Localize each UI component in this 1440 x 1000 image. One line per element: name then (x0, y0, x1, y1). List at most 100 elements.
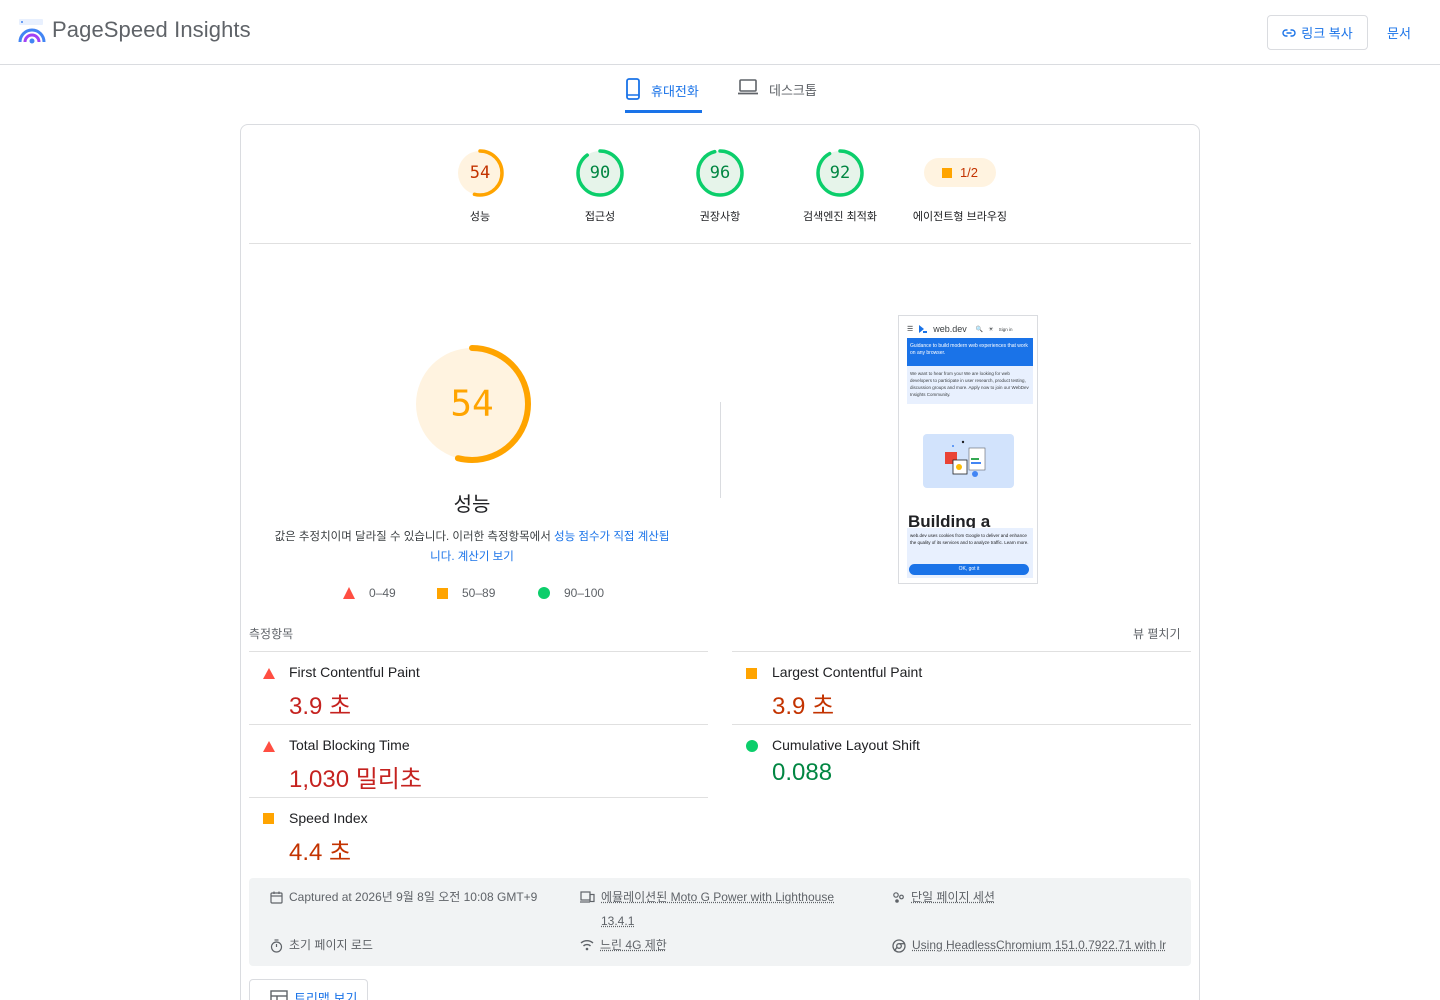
session-item[interactable]: 단일 페이지 세션 (892, 885, 995, 909)
metric-tbt[interactable]: Total Blocking Time 1,030 밀리초 (249, 725, 669, 797)
chrome-icon (892, 939, 906, 953)
gauge-best-practices[interactable]: 96 권장사항 (665, 148, 775, 224)
performance-description: 값은 추정치이며 달라질 수 있습니다. 이러한 측정항목에서 성능 점수가 직… (272, 527, 672, 567)
gauge-seo[interactable]: 92 검색엔진 최적화 (785, 148, 895, 224)
metric-value: 3.9 초 (772, 686, 834, 721)
metric-name: Largest Contentful Paint (772, 664, 922, 680)
top-bar: PageSpeed Insights 링크 복사 문서 (0, 0, 1440, 65)
session-icon (892, 891, 905, 904)
divider (249, 243, 1191, 244)
session-text: 단일 페이지 세션 (911, 885, 995, 909)
copy-link-button[interactable]: 링크 복사 (1267, 15, 1368, 50)
tab-desktop[interactable]: 데스크톱 (737, 78, 817, 113)
mobile-phone-icon (625, 78, 641, 100)
search-icon: 🔍 (976, 326, 983, 333)
throttle-item[interactable]: 느린 4G 제한 (580, 933, 667, 957)
legend-fail: 0–49 (343, 586, 396, 600)
score-calculation-link-end[interactable]: 니다. (430, 551, 454, 563)
gauge-performance[interactable]: 54 성능 (425, 148, 535, 224)
agentic-score: 1/2 (960, 165, 978, 180)
devices-icon (580, 891, 595, 903)
tab-mobile-label: 휴대전화 (651, 81, 699, 100)
green-circle-icon (538, 587, 550, 599)
gauge-score: 54 (450, 384, 493, 425)
legend-pass: 90–100 (538, 586, 604, 600)
captured-text: Captured at 2026년 9월 8일 오전 10:08 GMT+9 (289, 885, 537, 909)
legend-range: 90–100 (564, 586, 604, 600)
metric-value: 1,030 밀리초 (289, 759, 422, 794)
score-gauge: 96 (695, 148, 745, 198)
gauge-label: 검색엔진 최적화 (785, 208, 895, 224)
tab-mobile[interactable]: 휴대전화 (625, 78, 702, 113)
browser-item[interactable]: Using HeadlessChromium 151.0.7922.71 wit… (892, 933, 1166, 957)
score-gauge: 92 (815, 148, 865, 198)
red-triangle-icon (263, 668, 275, 679)
view-treemap-button[interactable]: 트리맵 보기 (249, 979, 368, 1000)
gauge-agentic-browsing[interactable]: 1/2 (924, 158, 996, 187)
agentic-label: 에이전트형 브라우징 (905, 208, 1015, 224)
metric-name: Cumulative Layout Shift (772, 737, 920, 753)
orange-square-icon (263, 813, 274, 824)
metric-name: Total Blocking Time (289, 737, 410, 753)
red-triangle-icon (263, 741, 275, 752)
browser-text: Using HeadlessChromium 151.0.7922.71 wit… (912, 933, 1166, 957)
calculator-link[interactable]: 계산기 보기 (458, 551, 514, 563)
metric-fcp[interactable]: First Contentful Paint 3.9 초 (249, 652, 669, 724)
orange-square-icon (437, 588, 448, 599)
menu-icon: ☰ (907, 325, 913, 333)
gauge-label: 접근성 (545, 208, 655, 224)
wifi-icon (580, 939, 594, 951)
gauge-accessibility[interactable]: 90 접근성 (545, 148, 655, 224)
metric-name: First Contentful Paint (289, 664, 420, 680)
description-text: 값은 추정치이며 달라질 수 있습니다. 이러한 측정항목에서 (275, 531, 554, 543)
score-gauge: 54 (455, 148, 505, 198)
gauge-label: 성능 (425, 208, 535, 224)
throttle-text: 느린 4G 제한 (600, 933, 667, 957)
device-item[interactable]: 에뮬레이션된 Moto G Power with Lighthouse 13.4.… (580, 885, 840, 933)
metric-value: 4.4 초 (289, 832, 351, 867)
device-text: 에뮬레이션된 Moto G Power with Lighthouse 13.4.… (601, 885, 834, 933)
metric-cls[interactable]: Cumulative Layout Shift 0.088 (732, 725, 1152, 797)
copy-link-label: 링크 복사 (1301, 23, 1352, 42)
performance-score-gauge: 54 (410, 342, 534, 466)
screenshot-ok-button: OK, got it (909, 564, 1029, 575)
app-title[interactable]: PageSpeed Insights (52, 17, 251, 43)
green-circle-icon (746, 740, 758, 752)
screenshot-illustration (923, 434, 1014, 488)
device-version: 13.4.1 (601, 914, 634, 928)
screenshot-banner: Guidance to build modern web experiences… (907, 338, 1033, 366)
metric-name: Speed Index (289, 810, 368, 826)
captured-item: Captured at 2026년 9월 8일 오전 10:08 GMT+9 (270, 885, 537, 909)
legend-range: 0–49 (369, 586, 396, 600)
orange-square-icon (746, 668, 757, 679)
metric-speed-index[interactable]: Speed Index 4.4 초 (249, 798, 669, 870)
score-calculation-link[interactable]: 성능 점수가 직접 계산됩 (554, 531, 669, 543)
legend-range: 50–89 (462, 586, 495, 600)
score-gauge: 90 (575, 148, 625, 198)
expand-view-button[interactable]: 뷰 펼치기 (1133, 625, 1181, 642)
gauge-score: 90 (590, 163, 610, 183)
timer-icon (270, 939, 283, 953)
legend-average: 50–89 (437, 586, 495, 600)
gauge-score: 92 (830, 163, 850, 183)
orange-square-icon (942, 168, 952, 178)
calendar-icon (270, 891, 283, 904)
load-text: 초기 페이지 로드 (289, 933, 373, 957)
vertical-divider (720, 402, 721, 498)
laptop-icon (737, 78, 759, 96)
pagespeed-logo-icon (18, 18, 46, 44)
screenshot-note: We want to hear from you! We are looking… (907, 366, 1033, 404)
gauge-label: 권장사항 (665, 208, 775, 224)
link-icon (1282, 26, 1296, 40)
metric-lcp[interactable]: Largest Contentful Paint 3.9 초 (732, 652, 1152, 724)
treemap-icon (270, 990, 288, 1000)
tab-desktop-label: 데스크톱 (769, 80, 817, 99)
site-name: web.dev (933, 324, 967, 334)
illustration-icon (923, 434, 1014, 488)
metric-value: 3.9 초 (289, 686, 351, 721)
final-screenshot[interactable]: ☰ web.dev 🔍 ☀ Sign in Guidance to build … (898, 315, 1038, 584)
device-name: 에뮬레이션된 Moto G Power with Lighthouse (601, 890, 834, 904)
webdev-logo-icon (918, 324, 928, 334)
theme-icon: ☀ (988, 326, 993, 333)
docs-link[interactable]: 문서 (1387, 23, 1411, 42)
